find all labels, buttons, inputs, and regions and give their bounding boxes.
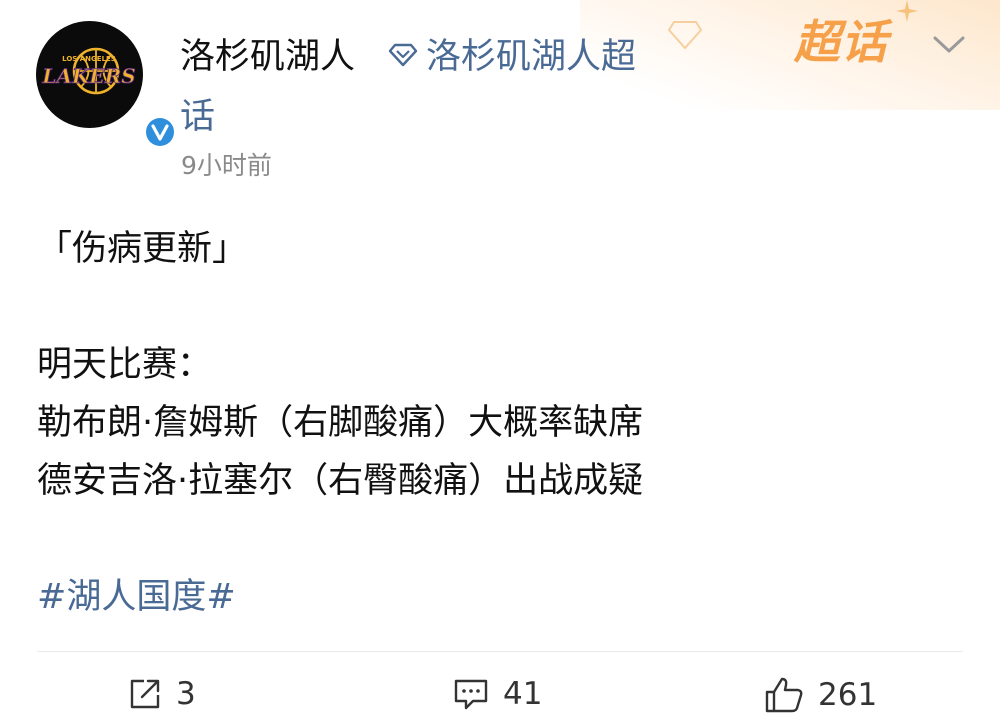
logo-subtext: LOS ANGELES <box>62 55 116 63</box>
username[interactable]: 洛杉矶湖人 <box>180 28 355 79</box>
comment-count: 41 <box>503 676 543 712</box>
repost-count: 3 <box>176 676 196 712</box>
diamond-decoration-icon <box>668 21 702 50</box>
avatar[interactable]: LOS ANGELES LAKERS <box>36 21 177 149</box>
comment-icon <box>454 679 488 710</box>
like-button[interactable]: 261 <box>764 676 877 714</box>
post-timestamp: 9小时前 <box>181 151 272 180</box>
super-topic-name: 洛杉矶湖人超 <box>426 37 637 77</box>
logo-text: LAKERS <box>41 64 135 88</box>
post-line-subtitle: 明天比赛： <box>37 345 213 385</box>
super-topic-link[interactable]: 洛杉矶湖人超 <box>388 28 636 79</box>
super-topic-badge[interactable]: 超话 <box>794 6 888 72</box>
divider <box>37 651 963 652</box>
verified-icon <box>146 118 174 146</box>
chevron-down-icon[interactable] <box>932 34 966 56</box>
post-line-lebron: 勒布朗·詹姆斯（右脚酸痛）大概率缺席 <box>37 403 644 443</box>
diamond-icon <box>388 43 418 66</box>
sparkle-icon <box>896 0 918 22</box>
like-count: 261 <box>818 677 878 713</box>
repost-button[interactable]: 3 <box>128 676 196 712</box>
repost-icon <box>130 679 160 709</box>
post-line-russell: 德安吉洛·拉塞尔（右臀酸痛）出战成疑 <box>37 461 644 501</box>
like-icon <box>765 677 803 713</box>
comment-button[interactable]: 41 <box>453 676 542 712</box>
hashtag-link[interactable]: #湖人国度# <box>37 568 236 619</box>
verified-badge <box>143 115 177 149</box>
post-line-title: 「伤病更新」 <box>37 229 248 269</box>
lakers-logo: LOS ANGELES LAKERS <box>41 47 136 95</box>
super-topic-name-wrap[interactable]: 话 <box>180 88 215 139</box>
